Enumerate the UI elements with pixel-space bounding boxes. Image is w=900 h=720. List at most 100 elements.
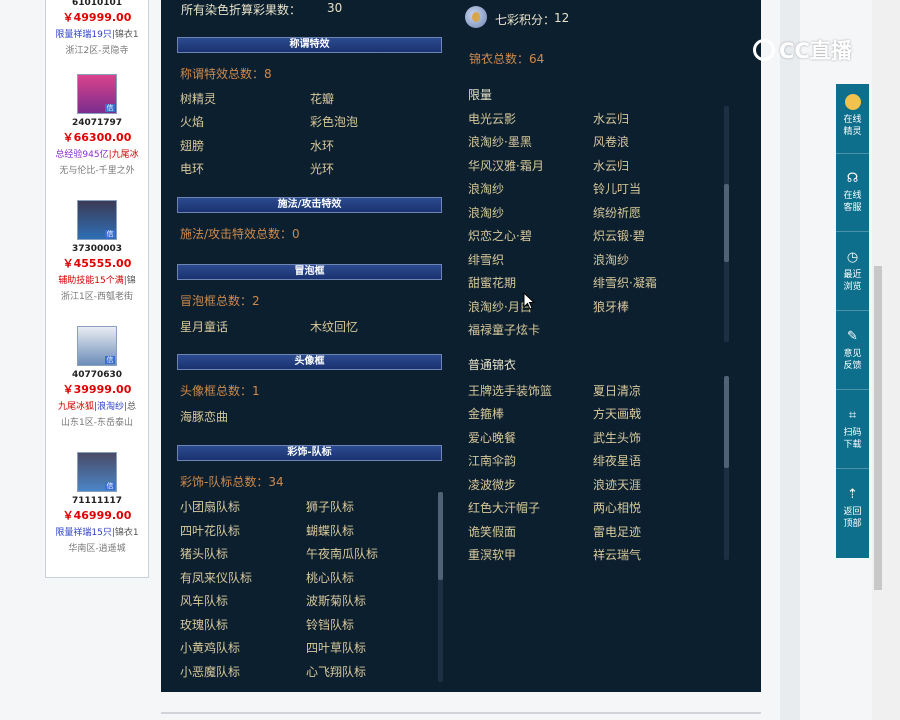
normal-outfit-item: 江南伞韵 [468, 454, 517, 468]
item-price: ￥49999.00 [62, 11, 132, 24]
normal-outfit-item: 两心相悦 [593, 501, 642, 515]
badge-icon: 信 [105, 356, 115, 364]
item-server: 山东1区-东岳泰山 [61, 418, 133, 428]
normal-outfit-item: 绯夜星语 [593, 454, 642, 468]
section-team-badges: 彩饰-队标 [177, 445, 442, 461]
sprite-icon [844, 94, 861, 110]
team-badge-item: 狮子队标 [306, 500, 355, 514]
recent-browse-button[interactable]: ◷ 最近 浏览 [836, 241, 869, 311]
online-service-button[interactable]: ☊ 在线 客服 [836, 162, 869, 232]
page-scrollbar[interactable] [872, 0, 900, 720]
headset-icon: ☊ [846, 171, 859, 186]
bubble-item: 星月童话 [180, 320, 229, 334]
team-badge-count: 彩饰-队标总数：34 [180, 475, 284, 489]
team-badge-item: 铃铛队标 [306, 618, 355, 632]
normal-outfit-item: 红色大汗帽子 [468, 501, 541, 515]
divider [161, 712, 761, 714]
limited-outfit-item: 绯雪织·凝霜 [593, 276, 657, 290]
detail-panel: 所有染色折算彩果数： 30 七彩积分： 12 称谓特效 称谓特效总数：8 树精灵… [161, 0, 761, 692]
team-badge-item: 蝴蝶队标 [306, 524, 355, 538]
team-badge-item: 有凤来仪队标 [180, 571, 253, 585]
item-tags: 限量祥瑞15只|锦衣1 [55, 528, 139, 538]
item-price: ￥46999.00 [62, 509, 132, 522]
item-tags: 总经验945亿|九尾冰 [55, 150, 139, 160]
list-item[interactable]: 信 40770630 ￥39999.00 九尾冰狐|浪淘纱|总 山东1区-东岳泰… [46, 326, 148, 428]
normal-outfit-item: 诡笑假面 [468, 525, 517, 539]
section-bubble-frames: 冒泡框 [177, 264, 442, 280]
title-effect-item: 光环 [310, 162, 335, 176]
title-effect-item: 电环 [180, 162, 205, 176]
title-effect-item: 翅膀 [180, 139, 205, 153]
normal-outfit-item: 雷电足迹 [593, 525, 642, 539]
team-badge-scrollbar[interactable] [438, 492, 443, 682]
list-item[interactable]: 信 71111117 ￥46999.00 限量祥瑞15只|锦衣1 华南区-逍遥城 [46, 452, 148, 554]
qicai-coin-icon [465, 6, 487, 28]
team-badge-item: 波斯菊队标 [306, 594, 367, 608]
item-server: 华南区-逍遥城 [68, 544, 126, 554]
normal-outfit-item: 爱心晚餐 [468, 431, 517, 445]
limited-outfit-item: 福禄童子炫卡 [468, 323, 541, 337]
item-id[interactable]: 37300003 [46, 244, 148, 254]
mouse-cursor-icon [523, 292, 535, 310]
dye-value: 30 [327, 1, 343, 15]
limited-outfit-item: 狼牙棒 [593, 300, 630, 314]
online-sprite-button[interactable]: 在线 精灵 [836, 84, 869, 154]
normal-outfit-item: 祥云瑞气 [593, 548, 642, 562]
team-badge-item: 猪头队标 [180, 547, 229, 561]
team-badge-item: 四叶草队标 [306, 641, 367, 655]
normal-outfit-item: 王牌选手装饰篮 [468, 384, 553, 398]
item-server: 浙江1区-西瓠老街 [61, 292, 133, 302]
limited-scrollbar[interactable] [724, 106, 729, 342]
limited-outfit-item: 浪淘纱 [468, 206, 505, 220]
item-tags: 九尾冰狐|浪淘纱|总 [57, 402, 137, 412]
spell-effects-count: 施法/攻击特效总数：0 [180, 227, 300, 241]
feedback-button[interactable]: ✎ 意见 反馈 [836, 320, 869, 390]
badge-icon: 信 [105, 104, 115, 112]
badge-icon: 信 [105, 230, 115, 238]
limited-outfit-item: 电光云影 [468, 112, 517, 126]
list-item[interactable]: 信 24071797 ￥66300.00 总经验945亿|九尾冰 无与伦比-千里… [46, 74, 148, 176]
limited-outfit-item: 绯雪织 [468, 253, 505, 267]
back-to-top-button[interactable]: ⇡ 返回 顶部 [836, 478, 869, 548]
normal-scrollbar[interactable] [724, 376, 729, 560]
scrollbar-thumb[interactable] [874, 266, 882, 590]
team-badge-item: 午夜南瓜队标 [306, 547, 379, 561]
avatar[interactable]: 信 [77, 326, 117, 366]
scan-download-button[interactable]: ⌗ 扫码 下载 [836, 399, 869, 469]
outfit-count: 锦衣总数：64 [469, 52, 545, 66]
section-avatar-frames: 头像框 [177, 354, 442, 370]
float-toolbar: 在线 精灵 ☊ 在线 客服 ◷ 最近 浏览 ✎ 意见 反馈 ⌗ 扫码 下载 ⇡ 返回 顶部 [836, 84, 869, 558]
avatar[interactable]: 信 [77, 200, 117, 240]
title-effect-item: 火焰 [180, 115, 205, 129]
item-id[interactable]: 40770630 [46, 370, 148, 380]
bubble-item: 木纹回忆 [310, 320, 359, 334]
limited-outfit-item: 风卷浪 [593, 135, 630, 149]
feedback-icon: ✎ [847, 329, 858, 344]
limited-outfit-item: 浪淘纱 [593, 253, 630, 267]
bubble-count: 冒泡框总数：2 [180, 294, 260, 308]
list-item[interactable]: 信 37300003 ￥45555.00 辅助技能15个满|锦 浙江1区-西瓠老… [46, 200, 148, 302]
item-tags: 限量祥瑞19只|锦衣1 [55, 30, 139, 40]
item-id[interactable]: 24071797 [46, 118, 148, 128]
arrow-up-icon: ⇡ [847, 487, 858, 502]
avatar-frame-count: 头像框总数：1 [180, 384, 260, 398]
avatar[interactable]: 信 [77, 74, 117, 114]
limited-outfit-item: 炽恋之心·碧 [468, 229, 532, 243]
normal-outfit-item: 武生头饰 [593, 431, 642, 445]
badge-icon: 信 [105, 482, 115, 490]
limited-outfit-item: 缤纷祈愿 [593, 206, 642, 220]
team-badge-item: 玫瑰队标 [180, 618, 229, 632]
item-id[interactable]: 71111117 [46, 496, 148, 506]
normal-heading: 普通锦衣 [468, 358, 517, 372]
list-item[interactable]: 61010101 ￥49999.00 限量祥瑞19只|锦衣1 浙江2区-灵隐寺 [46, 0, 148, 56]
limited-outfit-item: 铃儿叮当 [593, 182, 642, 196]
team-badge-item: 心飞翔队标 [306, 665, 367, 679]
item-price: ￥66300.00 [62, 131, 132, 144]
team-badge-item: 风车队标 [180, 594, 229, 608]
item-id[interactable]: 61010101 [46, 0, 148, 8]
avatar[interactable]: 信 [77, 452, 117, 492]
team-badge-item: 小恶魔队标 [180, 665, 241, 679]
limited-outfit-item: 甜蜜花期 [468, 276, 517, 290]
page-margin [780, 0, 800, 720]
limited-outfit-item: 炽云锻·碧 [593, 229, 645, 243]
